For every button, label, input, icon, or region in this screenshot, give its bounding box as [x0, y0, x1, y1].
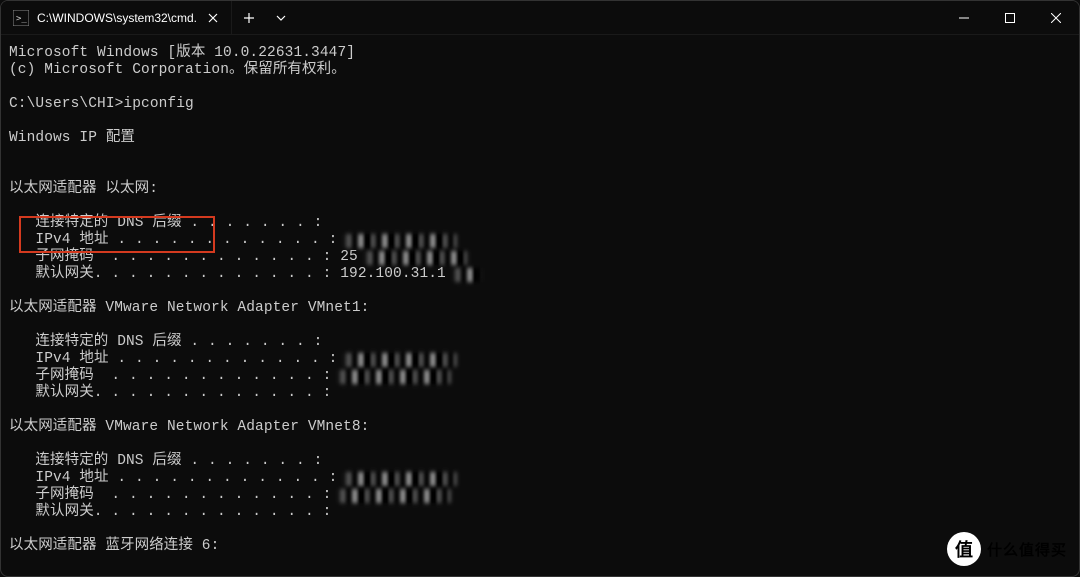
adapter-field: 默认网关. . . . . . . . . . . . . : — [9, 504, 1071, 521]
adapter-field: 默认网关. . . . . . . . . . . . . : 192.100.… — [9, 266, 1071, 283]
active-tab[interactable]: >_ C:\WINDOWS\system32\cmd. — [1, 1, 232, 34]
banner-line: Microsoft Windows [版本 10.0.22631.3447] — [9, 45, 1071, 62]
tab-title: C:\WINDOWS\system32\cmd. — [37, 11, 197, 25]
new-tab-button[interactable] — [232, 1, 266, 34]
watermark-text: 什么值得买 — [987, 539, 1067, 560]
window-controls — [941, 1, 1079, 34]
adapter-title: 以太网适配器 VMware Network Adapter VMnet8: — [9, 419, 1071, 436]
maximize-button[interactable] — [987, 1, 1033, 35]
tab-close-button[interactable] — [205, 10, 221, 26]
adapter-field: 连接特定的 DNS 后缀 . . . . . . . : — [9, 215, 1071, 232]
adapter-title: 以太网适配器 VMware Network Adapter VMnet1: — [9, 300, 1071, 317]
titlebar-drag-area[interactable] — [296, 1, 941, 34]
adapter-field: 默认网关. . . . . . . . . . . . . : — [9, 385, 1071, 402]
close-window-button[interactable] — [1033, 1, 1079, 35]
redacted-value — [346, 234, 456, 248]
redacted-value — [346, 472, 456, 486]
terminal-window: >_ C:\WINDOWS\system32\cmd. Microso — [0, 0, 1080, 577]
redacted-value — [367, 251, 467, 265]
redacted-value — [346, 353, 456, 367]
adapter-field: 子网掩码 . . . . . . . . . . . . : — [9, 487, 1071, 504]
titlebar: >_ C:\WINDOWS\system32\cmd. — [1, 1, 1079, 35]
adapter-title: 以太网适配器 以太网: — [9, 181, 1071, 198]
adapter-field: 子网掩码 . . . . . . . . . . . . : — [9, 368, 1071, 385]
cmd-icon: >_ — [13, 10, 29, 26]
section-heading: Windows IP 配置 — [9, 130, 1071, 147]
prompt-line: C:\Users\CHI>ipconfig — [9, 96, 1071, 113]
adapter-field: 连接特定的 DNS 后缀 . . . . . . . : — [9, 453, 1071, 470]
adapter-field: 连接特定的 DNS 后缀 . . . . . . . : — [9, 334, 1071, 351]
watermark-logo: 值 — [947, 532, 981, 566]
redacted-value — [340, 489, 450, 503]
tab-dropdown-button[interactable] — [266, 1, 296, 34]
redacted-value — [455, 268, 480, 282]
adapter-field: IPv4 地址 . . . . . . . . . . . . : — [9, 470, 1071, 487]
minimize-button[interactable] — [941, 1, 987, 35]
adapter-field: 子网掩码 . . . . . . . . . . . . : 25 — [9, 249, 1071, 266]
adapter-title: 以太网适配器 蓝牙网络连接 6: — [9, 538, 1071, 555]
svg-text:>_: >_ — [16, 14, 27, 24]
watermark: 值 什么值得买 — [947, 532, 1067, 566]
adapter-field: IPv4 地址 . . . . . . . . . . . . : — [9, 232, 1071, 249]
banner-line: (c) Microsoft Corporation。保留所有权利。 — [9, 62, 1071, 79]
adapter-field: IPv4 地址 . . . . . . . . . . . . : — [9, 351, 1071, 368]
terminal-body[interactable]: Microsoft Windows [版本 10.0.22631.3447](c… — [1, 35, 1079, 565]
redacted-value — [340, 370, 450, 384]
